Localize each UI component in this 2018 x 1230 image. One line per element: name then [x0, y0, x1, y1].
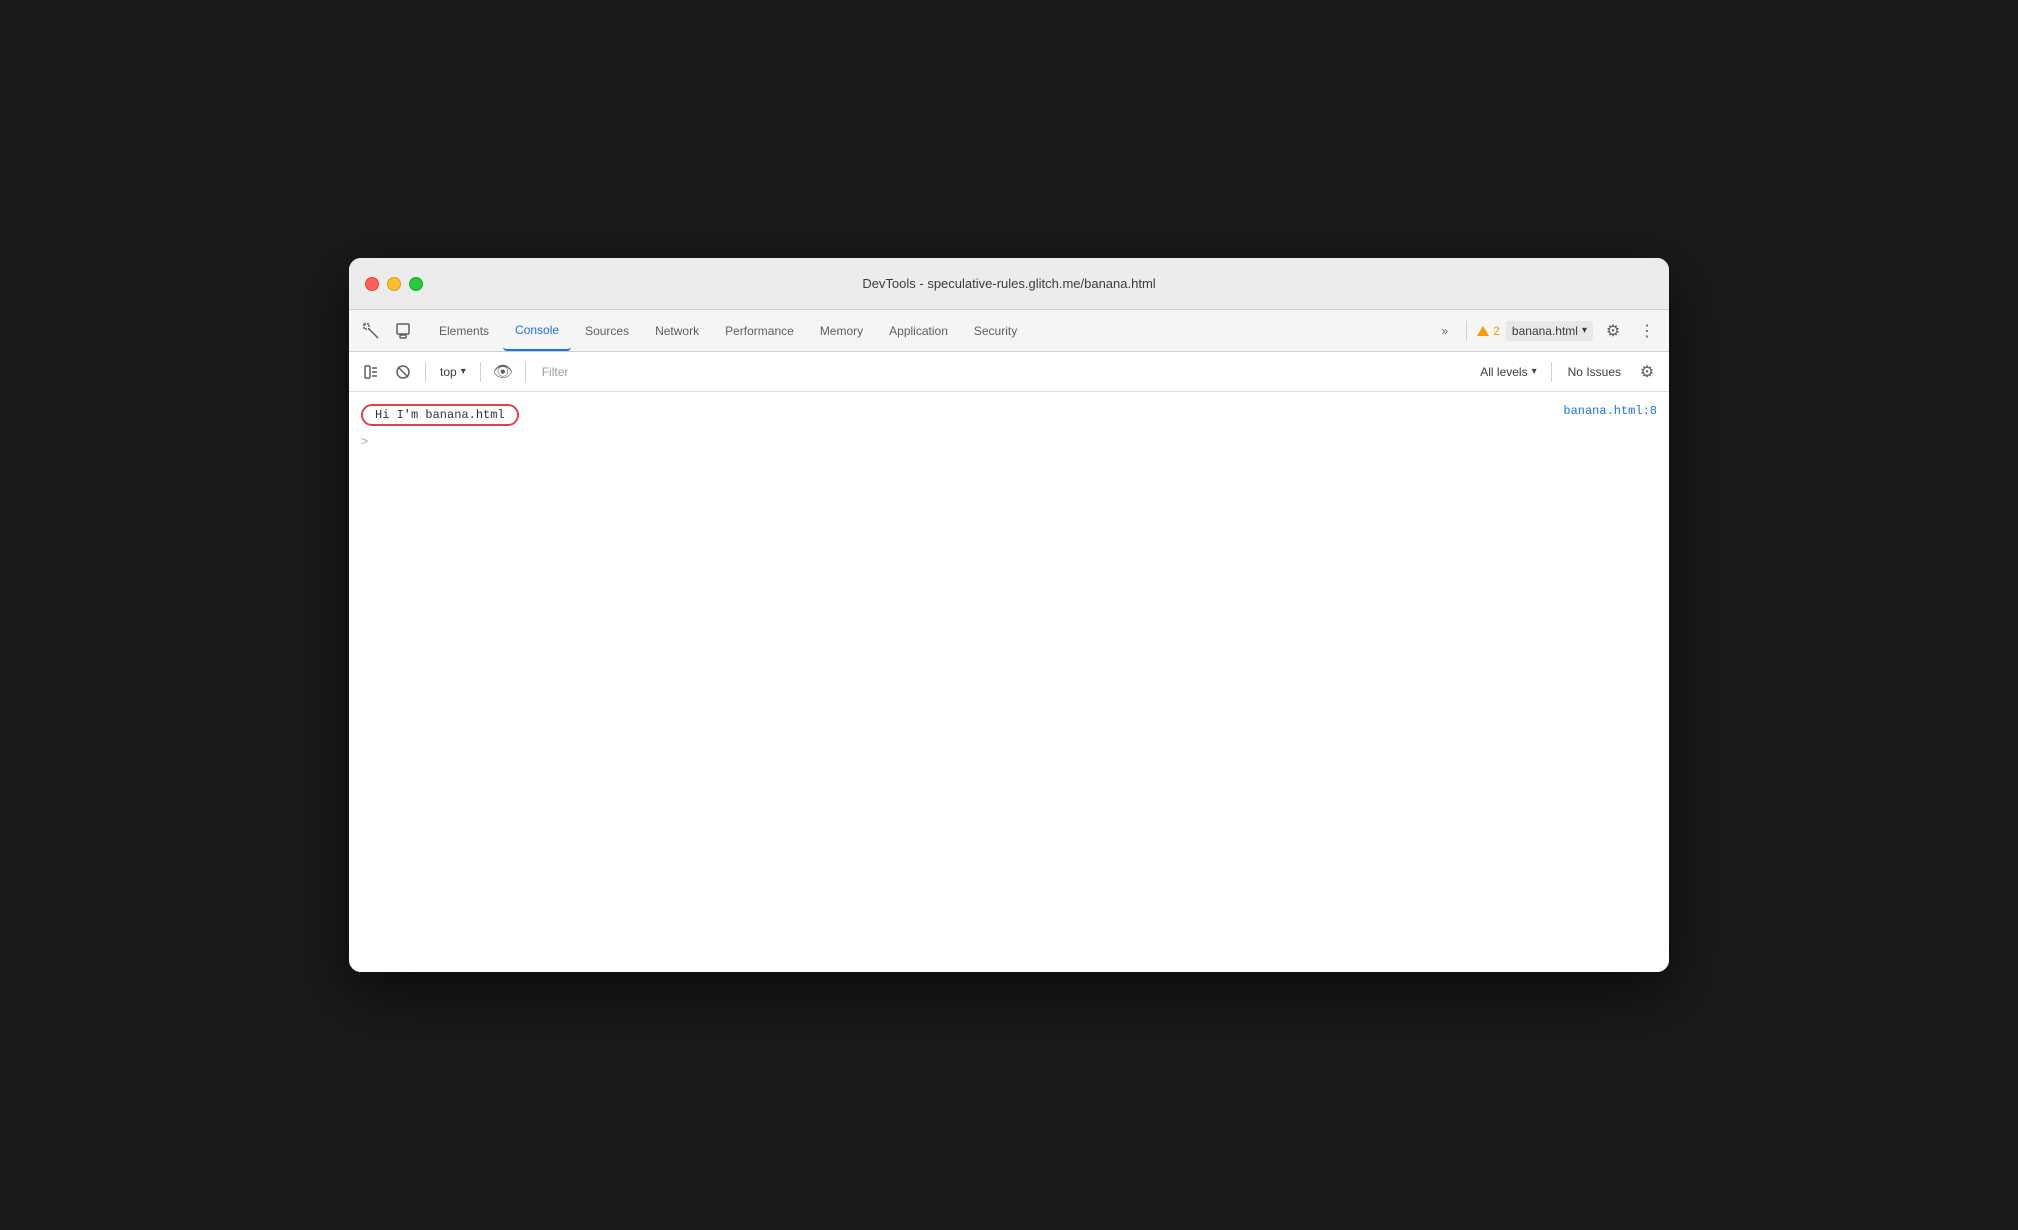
traffic-lights: [365, 277, 423, 291]
console-toolbar: top ▾ 👁 All levels ▾ No Issues ⚙: [349, 352, 1669, 392]
chevron-down-icon: ▾: [461, 366, 466, 377]
divider: [1551, 362, 1552, 382]
tab-network[interactable]: Network: [643, 310, 711, 351]
gear-icon: ⚙: [1606, 321, 1620, 341]
tab-application[interactable]: Application: [877, 310, 960, 351]
tab-elements[interactable]: Elements: [427, 310, 501, 351]
title-bar: DevTools - speculative-rules.glitch.me/b…: [349, 258, 1669, 310]
console-content: Hi I'm banana.html banana.html:8 >: [349, 392, 1669, 972]
more-options-button[interactable]: ⋮: [1633, 317, 1661, 345]
eye-icon: 👁: [493, 362, 513, 382]
console-source-link[interactable]: banana.html:8: [1563, 404, 1657, 418]
devtools-tab-bar: Elements Console Sources Network Perform…: [349, 310, 1669, 352]
tab-icon-group: [357, 317, 417, 345]
divider: [525, 362, 526, 382]
file-selector[interactable]: banana.html ▾: [1506, 321, 1593, 341]
tab-right-controls: » 2 banana.html ▾ ⚙ ⋮: [1434, 317, 1661, 345]
device-toolbar-icon[interactable]: [389, 317, 417, 345]
clear-console-button[interactable]: [389, 358, 417, 386]
divider: [1466, 321, 1467, 341]
devtools-window: DevTools - speculative-rules.glitch.me/b…: [349, 258, 1669, 972]
tab-sources[interactable]: Sources: [573, 310, 641, 351]
tab-security[interactable]: Security: [962, 310, 1029, 351]
console-log-text: Hi I'm banana.html: [361, 404, 519, 426]
close-button[interactable]: [365, 277, 379, 291]
console-expand-row: >: [349, 430, 1669, 452]
console-message: Hi I'm banana.html: [361, 404, 519, 426]
warning-badge[interactable]: 2: [1477, 324, 1500, 338]
tab-memory[interactable]: Memory: [808, 310, 875, 351]
warning-triangle-icon: [1477, 326, 1489, 336]
chevron-down-icon: ▾: [1532, 366, 1537, 377]
chevron-down-icon: ▾: [1582, 325, 1587, 336]
inspect-element-icon[interactable]: [357, 317, 385, 345]
console-settings-button[interactable]: ⚙: [1633, 358, 1661, 386]
more-vert-icon: ⋮: [1639, 321, 1655, 341]
window-title: DevTools - speculative-rules.glitch.me/b…: [862, 276, 1155, 291]
tab-console[interactable]: Console: [503, 310, 571, 351]
filter-input[interactable]: [534, 361, 1471, 383]
eye-icon-button[interactable]: 👁: [489, 358, 517, 386]
tab-performance[interactable]: Performance: [713, 310, 806, 351]
divider: [425, 362, 426, 382]
settings-button[interactable]: ⚙: [1599, 317, 1627, 345]
maximize-button[interactable]: [409, 277, 423, 291]
context-selector[interactable]: top ▾: [434, 362, 472, 382]
divider: [480, 362, 481, 382]
console-sidebar-button[interactable]: [357, 358, 385, 386]
expand-arrow-icon[interactable]: >: [361, 435, 368, 449]
table-row: Hi I'm banana.html banana.html:8: [349, 400, 1669, 430]
gear-icon: ⚙: [1640, 362, 1654, 382]
no-issues-button[interactable]: No Issues: [1560, 362, 1629, 382]
minimize-button[interactable]: [387, 277, 401, 291]
more-tabs-button[interactable]: »: [1434, 320, 1457, 342]
levels-selector[interactable]: All levels ▾: [1474, 362, 1542, 382]
